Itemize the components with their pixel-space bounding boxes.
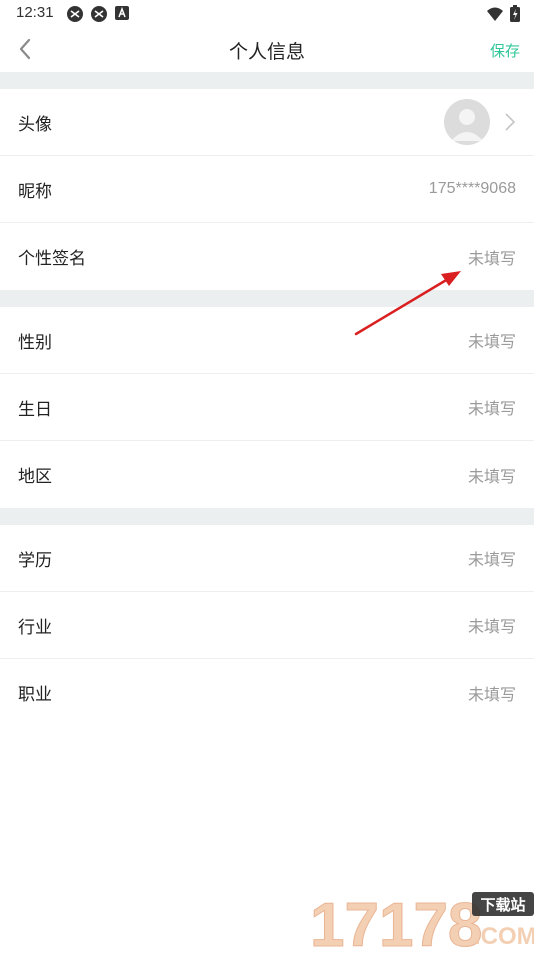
watermark-number: 17178 bbox=[310, 891, 482, 950]
watermark-badge: 下载站 bbox=[480, 896, 525, 914]
watermark-suffix: .COM bbox=[474, 923, 534, 950]
annotation-arrow bbox=[354, 271, 461, 336]
watermark-logo: 17178 下载站 .COM bbox=[308, 880, 534, 955]
